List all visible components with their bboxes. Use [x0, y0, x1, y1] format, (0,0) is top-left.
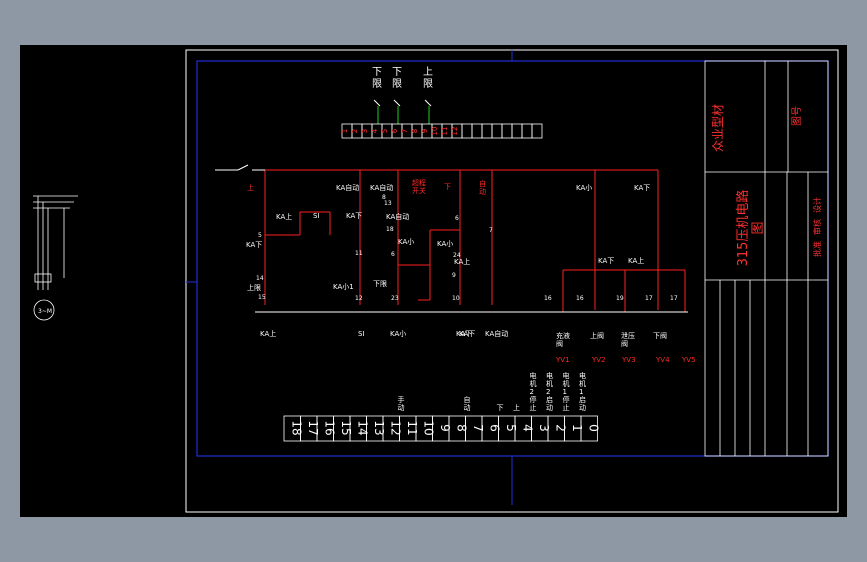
- bottom-terminal-number: 5: [504, 424, 518, 432]
- wire-number: 6: [391, 251, 395, 258]
- top-terminal-number: 2: [351, 129, 359, 133]
- circuit-label: KA下: [598, 257, 614, 265]
- limit-switch-label: 下限: [372, 67, 382, 90]
- top-terminal-number: 1: [341, 129, 349, 133]
- top-terminal-number: 12: [451, 127, 459, 136]
- bottom-terminal-number: 8: [454, 424, 468, 432]
- bottom-terminal-label: 上: [513, 403, 520, 412]
- top-terminal-number: 4: [371, 128, 379, 133]
- top-terminal-number: 9: [421, 129, 429, 133]
- wire-number: 24: [453, 252, 461, 259]
- circuit-label: 上: [247, 183, 254, 192]
- circuit-label: 下限: [373, 279, 387, 288]
- circuit-label: KA小: [576, 183, 592, 192]
- wire-number: 14: [256, 275, 264, 282]
- wire-number: 10: [452, 295, 460, 302]
- wire-number: 12: [355, 295, 363, 302]
- circuit-label: KA自动: [370, 183, 393, 192]
- top-terminal-number: 8: [411, 129, 419, 133]
- bottom-terminal-number: 4: [520, 424, 534, 432]
- bottom-terminal-number: 11: [405, 420, 419, 435]
- bottom-terminal-number: 16: [322, 420, 336, 435]
- bottom-terminal-number: 15: [339, 420, 353, 435]
- bottom-terminal-label: 手动: [398, 395, 405, 412]
- wire-number: 23: [391, 295, 399, 302]
- wire-number: 11: [355, 250, 363, 257]
- circuit-label: 上阀: [590, 331, 604, 340]
- wire-number: 6: [455, 215, 459, 222]
- circuit-label: KA上: [628, 256, 644, 265]
- drawing-number: 图号: [791, 106, 803, 126]
- circuit-label: SI: [313, 212, 320, 220]
- wire-number: 18: [386, 226, 394, 233]
- circuit-label: 上限: [247, 283, 261, 292]
- bottom-terminal-number: 18: [289, 420, 303, 435]
- bottom-terminal-number: 7: [471, 424, 485, 432]
- limit-switch-label: 下限: [392, 67, 402, 90]
- company-name: 众业型材: [711, 104, 725, 152]
- wire-number: 19: [616, 295, 624, 302]
- cad-drawing-canvas: 3~M 下限下限上限 1 2 3 4 5 6 7 8 9 10 11 12 18 17 16 15 14 13 1…: [20, 45, 847, 517]
- circuit-label: YV3: [621, 356, 636, 364]
- circuit-label: KA上: [260, 329, 276, 338]
- circuit-label: KA下: [634, 184, 650, 192]
- top-terminal-number: 10: [431, 127, 439, 136]
- approval-row: 设计: [812, 197, 822, 213]
- circuit-label: 自动: [479, 179, 486, 196]
- bottom-terminal-number: 1: [570, 424, 584, 432]
- bottom-terminal-number: 9: [438, 424, 452, 432]
- bottom-terminal-label: 下: [497, 404, 504, 412]
- circuit-label: KA自动: [485, 329, 508, 338]
- bottom-terminal-number: 6: [487, 424, 501, 432]
- top-terminal-number: 6: [391, 128, 399, 133]
- circuit-label: KA下: [459, 330, 475, 338]
- wire-number: 15: [258, 294, 266, 301]
- circuit-label: 下阀: [653, 331, 667, 340]
- circuit-label: KA下: [246, 241, 262, 249]
- top-terminal-number: 3: [361, 129, 369, 133]
- circuit-label: YV4: [655, 356, 670, 364]
- circuit-label: KA自动: [336, 183, 359, 192]
- bottom-terminal-number: 12: [388, 420, 402, 435]
- bottom-terminal-label: 自动: [464, 395, 471, 412]
- circuit-label: KA自动: [386, 212, 409, 221]
- circuit-label: KA小1: [333, 282, 354, 291]
- circuit-label: YV1: [555, 356, 570, 364]
- bottom-terminal-number: 13: [372, 420, 386, 435]
- wire-number: 17: [670, 295, 678, 302]
- top-terminal-number: 11: [441, 127, 449, 136]
- wire-number: 16: [576, 295, 584, 302]
- circuit-label: KA小: [390, 329, 406, 338]
- wire-number: 13: [384, 200, 392, 207]
- circuit-label: KA小: [398, 237, 414, 246]
- circuit-label: YV5: [681, 356, 696, 364]
- circuit-label: YV2: [591, 356, 606, 364]
- wire-number: 16: [544, 295, 552, 302]
- motor-label: 3~M: [38, 308, 52, 315]
- circuit-label: KA下: [346, 212, 362, 220]
- wire-number: 5: [258, 232, 262, 239]
- wire-number: 17: [645, 295, 653, 302]
- wire-number: 7: [489, 227, 493, 234]
- circuit-label: 下: [444, 183, 451, 191]
- circuit-label: SI: [358, 330, 365, 338]
- circuit-label: KA上: [276, 212, 292, 221]
- bottom-terminal-number: 3: [537, 424, 551, 432]
- top-terminal-number: 5: [381, 129, 389, 133]
- approval-row: 批准: [812, 241, 822, 257]
- circuit-label: 超程开关: [412, 178, 426, 195]
- bottom-terminal-number: 0: [586, 424, 600, 432]
- circuit-label: KA小: [437, 239, 453, 248]
- wire-number: 9: [452, 272, 456, 279]
- bottom-terminal-number: 10: [421, 420, 435, 435]
- bottom-terminal-number: 17: [306, 420, 320, 435]
- bottom-terminal-number: 14: [355, 420, 369, 435]
- bottom-terminal-number: 2: [553, 424, 567, 432]
- top-terminal-number: 7: [401, 129, 409, 133]
- approval-row: 审核: [812, 219, 822, 235]
